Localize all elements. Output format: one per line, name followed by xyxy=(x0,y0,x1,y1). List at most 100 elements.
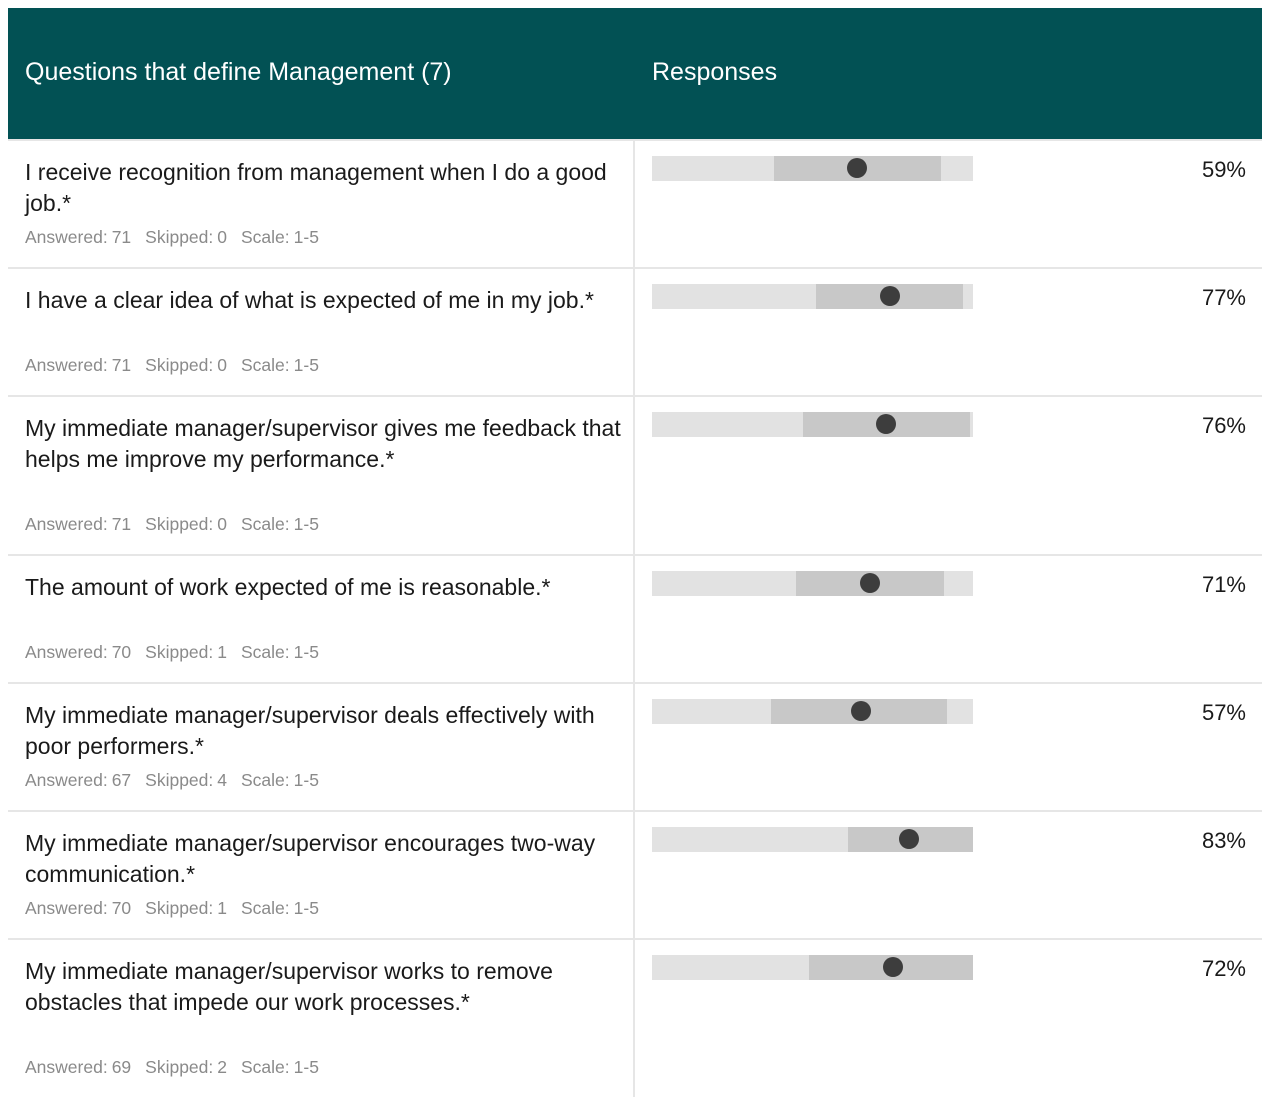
answered-count: Answered: 71 xyxy=(25,355,131,375)
scale-range-label: Scale: xyxy=(241,227,290,247)
favorable-percent: 71% xyxy=(1201,572,1246,597)
skipped-count: Skipped: 2 xyxy=(145,1057,227,1077)
answered-count: Answered: 67 xyxy=(25,770,131,790)
question-cell: My immediate manager/supervisor deals ef… xyxy=(8,684,635,810)
question-cell: My immediate manager/supervisor gives me… xyxy=(8,397,635,554)
question-stats: Answered: 70 Skipped: 1 Scale: 1-5 xyxy=(25,898,333,919)
table-row: My immediate manager/supervisor works to… xyxy=(8,938,1262,1097)
answered-count-value: 70 xyxy=(111,898,132,918)
response-range-bar xyxy=(652,412,973,437)
scale-range: Scale: 1-5 xyxy=(241,898,319,918)
scale-range-label: Scale: xyxy=(241,898,290,918)
skipped-count-value: 4 xyxy=(217,770,227,790)
answered-count: Answered: 71 xyxy=(25,227,131,247)
question-text: My immediate manager/supervisor gives me… xyxy=(25,415,621,472)
average-marker xyxy=(876,414,897,434)
table-row: My immediate manager/supervisor encourag… xyxy=(8,810,1262,938)
average-marker xyxy=(860,573,881,593)
skipped-count: Skipped: 1 xyxy=(145,642,227,662)
average-marker xyxy=(847,158,868,178)
answered-count: Answered: 69 xyxy=(25,1057,131,1077)
skipped-count: Skipped: 1 xyxy=(145,898,227,918)
scale-range-value: 1-5 xyxy=(293,227,319,247)
scale-range-label: Scale: xyxy=(241,770,290,790)
scale-range: Scale: 1-5 xyxy=(241,355,319,375)
answered-count: Answered: 71 xyxy=(25,514,131,534)
skipped-count: Skipped: 0 xyxy=(145,227,227,247)
favorable-percent: 72% xyxy=(1201,956,1246,981)
scale-range: Scale: 1-5 xyxy=(241,770,319,790)
table-row: The amount of work expected of me is rea… xyxy=(8,554,1262,682)
table-row: I have a clear idea of what is expected … xyxy=(8,267,1262,395)
scale-range-value: 1-5 xyxy=(293,642,319,662)
management-questions-table: Questions that define Management (7) Res… xyxy=(8,8,1262,1097)
question-stats: Answered: 69 Skipped: 2 Scale: 1-5 xyxy=(25,1057,333,1078)
skipped-count-value: 0 xyxy=(217,514,227,534)
scale-range-value: 1-5 xyxy=(293,770,319,790)
favorable-percent: 77% xyxy=(1201,285,1246,310)
average-marker xyxy=(879,286,900,306)
question-stats: Answered: 71 Skipped: 0 Scale: 1-5 xyxy=(25,355,333,376)
response-range-bar xyxy=(652,955,973,980)
skipped-count: Skipped: 0 xyxy=(145,355,227,375)
table-header: Questions that define Management (7) Res… xyxy=(8,8,1262,139)
scale-range-value: 1-5 xyxy=(293,514,319,534)
answered-count-value: 67 xyxy=(111,770,132,790)
favorable-percent: 76% xyxy=(1201,413,1246,438)
average-marker xyxy=(898,829,919,849)
favorable-percent: 57% xyxy=(1201,700,1246,725)
skipped-count: Skipped: 0 xyxy=(145,514,227,534)
skipped-count-value: 2 xyxy=(217,1057,227,1077)
answered-count-value: 69 xyxy=(111,1057,132,1077)
question-text: My immediate manager/supervisor works to… xyxy=(25,958,553,1015)
answered-count-value: 70 xyxy=(111,642,132,662)
skipped-count: Skipped: 4 xyxy=(145,770,227,790)
scale-range-value: 1-5 xyxy=(293,898,319,918)
skipped-count-value: 0 xyxy=(217,355,227,375)
response-range-bar xyxy=(652,156,973,181)
scale-range-label: Scale: xyxy=(241,514,290,534)
skipped-count-label: Skipped: xyxy=(145,1057,214,1077)
response-range-bar xyxy=(652,827,973,852)
average-marker xyxy=(850,701,871,721)
answered-count-label: Answered: xyxy=(25,355,108,375)
question-stats: Answered: 67 Skipped: 4 Scale: 1-5 xyxy=(25,770,333,791)
scale-range-label: Scale: xyxy=(241,642,290,662)
skipped-count-label: Skipped: xyxy=(145,642,214,662)
question-rows: I receive recognition from management wh… xyxy=(8,139,1262,1097)
question-cell: I receive recognition from management wh… xyxy=(8,141,635,267)
answered-count-label: Answered: xyxy=(25,898,108,918)
favorable-percent: 59% xyxy=(1201,157,1246,182)
skipped-count-label: Skipped: xyxy=(145,770,214,790)
skipped-count-value: 1 xyxy=(217,642,227,662)
scale-range: Scale: 1-5 xyxy=(241,514,319,534)
question-cell: My immediate manager/supervisor encourag… xyxy=(8,812,635,938)
response-range-bar xyxy=(652,699,973,724)
answered-count-value: 71 xyxy=(111,355,132,375)
question-cell: The amount of work expected of me is rea… xyxy=(8,556,635,682)
answered-count-label: Answered: xyxy=(25,227,108,247)
scale-range-value: 1-5 xyxy=(293,355,319,375)
answered-count: Answered: 70 xyxy=(25,898,131,918)
skipped-count-label: Skipped: xyxy=(145,227,214,247)
answered-count-value: 71 xyxy=(111,227,132,247)
skipped-count-value: 1 xyxy=(217,898,227,918)
table-row: My immediate manager/supervisor gives me… xyxy=(8,395,1262,554)
favorable-percent: 83% xyxy=(1201,828,1246,853)
skipped-count-label: Skipped: xyxy=(145,898,214,918)
scale-range: Scale: 1-5 xyxy=(241,1057,319,1077)
responses-column-header: Responses xyxy=(652,58,778,86)
question-text: I have a clear idea of what is expected … xyxy=(25,287,594,313)
scale-range-label: Scale: xyxy=(241,355,290,375)
questions-column-header: Questions that define Management (7) xyxy=(25,58,452,86)
question-cell: My immediate manager/supervisor works to… xyxy=(8,940,635,1097)
question-text: The amount of work expected of me is rea… xyxy=(25,574,551,600)
scale-range-label: Scale: xyxy=(241,1057,290,1077)
average-marker xyxy=(882,957,903,977)
skipped-count-value: 0 xyxy=(217,227,227,247)
question-stats: Answered: 71 Skipped: 0 Scale: 1-5 xyxy=(25,514,333,535)
answered-count-label: Answered: xyxy=(25,642,108,662)
scale-range: Scale: 1-5 xyxy=(241,642,319,662)
question-cell: I have a clear idea of what is expected … xyxy=(8,269,635,395)
answered-count-label: Answered: xyxy=(25,770,108,790)
